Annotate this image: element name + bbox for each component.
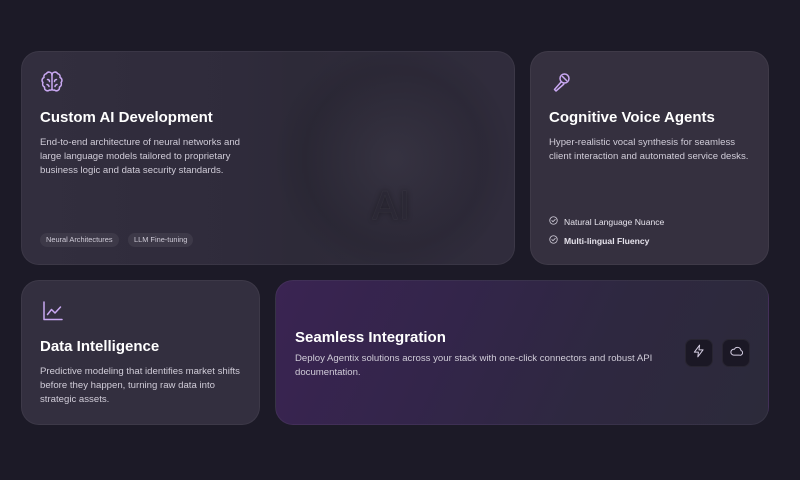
card-title: Cognitive Voice Agents <box>549 109 715 126</box>
cloud-icon <box>729 344 744 363</box>
feature-label: Natural Language Nuance <box>564 216 665 227</box>
card-description: Predictive modeling that identifies mark… <box>40 366 240 406</box>
microphone-icon <box>550 70 574 94</box>
brain-icon <box>40 70 64 94</box>
card-cognitive-voice-agents: Cognitive Voice Agents Hyper-realistic v… <box>530 51 769 265</box>
lightning-button[interactable] <box>685 339 713 367</box>
tag-neural-architectures: Neural Architectures <box>40 233 119 247</box>
card-data-intelligence: Data Intelligence Predictive modeling th… <box>21 280 260 425</box>
feature-item: Natural Language Nuance <box>549 216 664 227</box>
card-title: Custom AI Development <box>40 109 213 126</box>
ai-visual-mark: AI <box>372 184 412 228</box>
tag-llm-fine-tuning: LLM Fine-tuning <box>128 233 194 247</box>
card-description: Deploy Agentix solutions across your sta… <box>295 353 653 379</box>
cloud-button[interactable] <box>722 339 750 367</box>
check-circle-icon <box>549 216 558 227</box>
card-description: Hyper-realistic vocal synthesis for seam… <box>549 137 749 163</box>
check-circle-icon <box>549 235 558 246</box>
card-title: Seamless Integration <box>295 329 446 346</box>
line-chart-icon <box>41 299 65 323</box>
card-custom-ai-development: AI Custom AI Development End-to-end arch… <box>21 51 515 265</box>
card-seamless-integration: Seamless Integration Deploy Agentix solu… <box>275 280 769 425</box>
card-description: End-to-end architecture of neural networ… <box>40 137 240 177</box>
feature-label: Multi-lingual Fluency <box>564 235 650 246</box>
lightning-icon <box>692 344 706 363</box>
feature-item: Multi-lingual Fluency <box>549 235 649 246</box>
ai-visual-backdrop <box>272 52 514 264</box>
card-title: Data Intelligence <box>40 338 160 355</box>
